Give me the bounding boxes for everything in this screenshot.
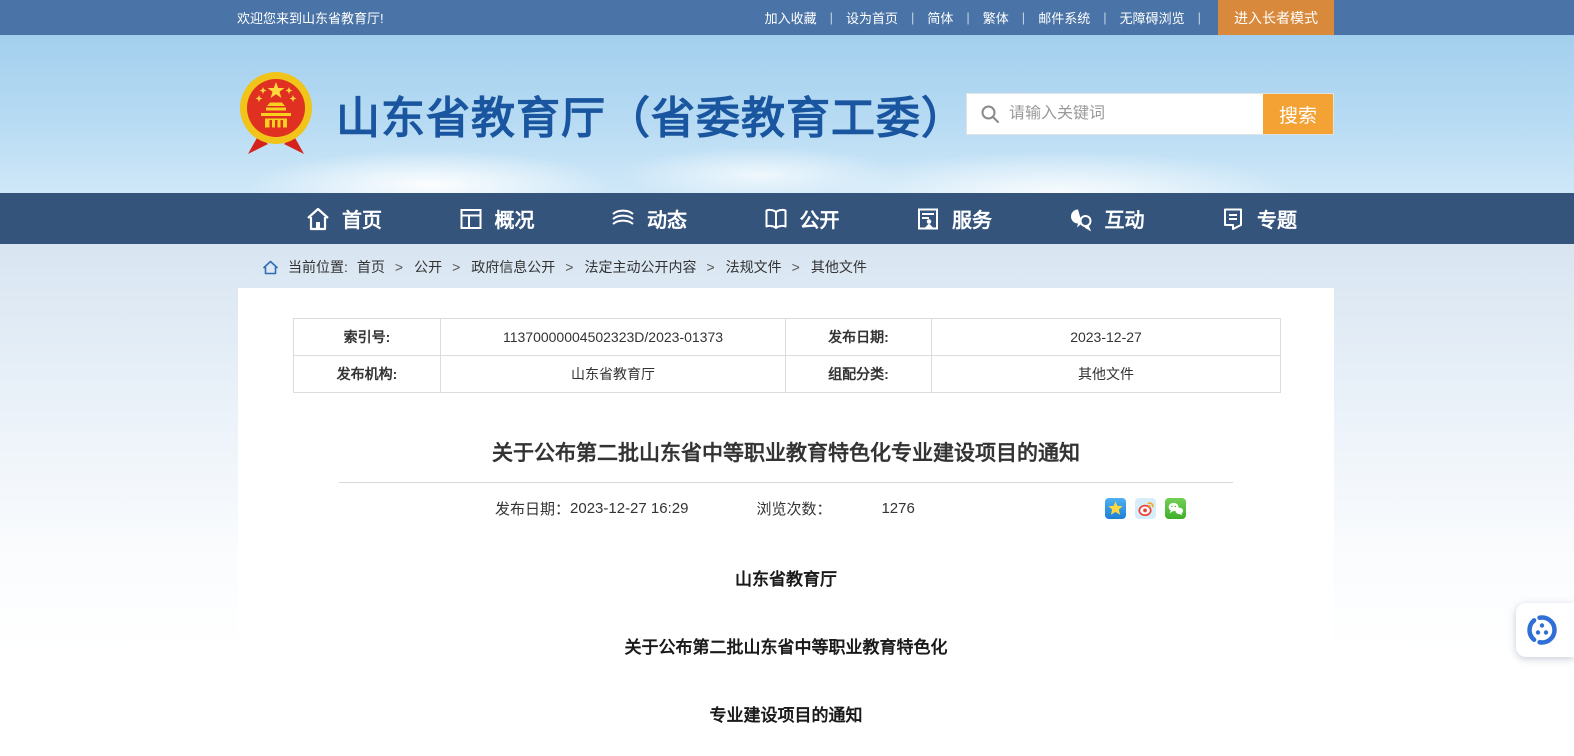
breadcrumb-item-disclosure[interactable]: 公开 (414, 257, 442, 277)
separator: | (1198, 10, 1201, 25)
nav-item-overview[interactable]: 概况 (458, 204, 535, 233)
search-input-wrap (967, 94, 1263, 134)
breadcrumb-prefix: 当前位置: (288, 257, 348, 277)
views-count: 1276 (881, 500, 914, 517)
site-title: 山东省教育厅（省委教育工委） (336, 82, 966, 146)
publish-date-meta-label: 发布日期： (495, 498, 570, 519)
breadcrumb-separator: > (452, 259, 460, 275)
article-body: 山东省教育厅 关于公布第二批山东省中等职业教育特色化 专业建设项目的通知 鲁教职… (238, 565, 1334, 756)
nav-label: 公开 (800, 204, 840, 233)
topics-doc-icon (1220, 206, 1246, 232)
page: 欢迎您来到山东省教育厅! 加入收藏 | 设为首页 | 简体 | 繁体 | 邮件系… (0, 0, 1574, 756)
separator: | (830, 10, 833, 25)
search-button[interactable]: 搜索 (1263, 94, 1333, 134)
breadcrumb-separator: > (395, 259, 403, 275)
publish-date-label: 发布日期: (786, 319, 932, 356)
main-nav: 首页 概况 动态 公开 (0, 193, 1574, 244)
nav-item-interaction[interactable]: 互动 (1068, 204, 1145, 233)
link-set-homepage[interactable]: 设为首页 (846, 8, 898, 27)
body-line: 专业建设项目的通知 (238, 701, 1334, 726)
breadcrumb-item-gov-info[interactable]: 政府信息公开 (471, 257, 555, 277)
search-input[interactable] (1009, 105, 1263, 123)
nav-label: 动态 (647, 204, 687, 233)
news-stack-icon (610, 206, 636, 232)
share-buttons (1105, 498, 1186, 519)
national-emblem-logo (238, 70, 314, 158)
issuing-agency-label: 发布机构: (294, 356, 441, 393)
doc-info-table: 索引号: 11370000004502323D/2023-01373 发布日期:… (293, 318, 1281, 393)
separator: | (1103, 10, 1106, 25)
article-card: 索引号: 11370000004502323D/2023-01373 发布日期:… (238, 288, 1334, 756)
index-number-value: 11370000004502323D/2023-01373 (441, 319, 786, 356)
nav-label: 首页 (342, 204, 382, 233)
weibo-share-icon[interactable] (1135, 498, 1156, 519)
table-row: 发布机构: 山东省教育厅 组配分类: 其他文件 (294, 356, 1281, 393)
nav-item-home[interactable]: 首页 (305, 204, 382, 233)
body-line: 关于公布第二批山东省中等职业教育特色化 (238, 633, 1334, 658)
body-line: 山东省教育厅 (238, 565, 1334, 590)
index-number-label: 索引号: (294, 319, 441, 356)
breadcrumb-item-other-docs[interactable]: 其他文件 (811, 257, 867, 277)
separator: | (911, 10, 914, 25)
link-simplified[interactable]: 简体 (927, 8, 953, 27)
main-nav-inner: 首页 概况 动态 公开 (239, 193, 1335, 244)
nav-label: 概况 (495, 204, 535, 233)
nav-label: 服务 (952, 204, 992, 233)
category-label: 组配分类: (786, 356, 932, 393)
nav-item-news[interactable]: 动态 (610, 204, 687, 233)
breadcrumb: 当前位置: 首页 > 公开 > 政府信息公开 > 法定主动公开内容 > 法规文件 > 其他… (0, 244, 1574, 288)
breadcrumb-separator: > (706, 259, 714, 275)
category-value: 其他文件 (932, 356, 1281, 393)
breadcrumb-separator: > (565, 259, 573, 275)
table-row: 索引号: 11370000004502323D/2023-01373 发布日期:… (294, 319, 1281, 356)
link-accessibility[interactable]: 无障碍浏览 (1120, 8, 1185, 27)
breadcrumb-separator: > (792, 259, 800, 275)
nav-label: 互动 (1105, 204, 1145, 233)
service-icon (915, 206, 941, 232)
nav-item-disclosure[interactable]: 公开 (763, 204, 840, 233)
breadcrumb-item-home[interactable]: 首页 (357, 257, 385, 277)
title-divider (339, 482, 1233, 483)
article-title: 关于公布第二批山东省中等职业教育特色化专业建设项目的通知 (238, 437, 1334, 467)
overview-icon (458, 206, 484, 232)
nav-label: 专题 (1257, 204, 1297, 233)
floating-side-widget[interactable] (1516, 603, 1574, 657)
search-box: 搜索 (966, 93, 1334, 135)
link-traditional[interactable]: 繁体 (983, 8, 1009, 27)
open-book-icon (763, 206, 789, 232)
welcome-text: 欢迎您来到山东省教育厅! (237, 8, 384, 27)
publish-date-value: 2023-12-27 (932, 319, 1281, 356)
link-add-favorite[interactable]: 加入收藏 (765, 8, 817, 27)
site-brand: 山东省教育厅（省委教育工委） (238, 70, 966, 158)
top-bar-links: 加入收藏 | 设为首页 | 简体 | 繁体 | 邮件系统 | 无障碍浏览 | 进… (765, 0, 1334, 35)
nav-item-topics[interactable]: 专题 (1220, 204, 1297, 233)
top-bar: 欢迎您来到山东省教育厅! 加入收藏 | 设为首页 | 简体 | 繁体 | 邮件系… (0, 0, 1574, 35)
search-icon (980, 104, 1000, 124)
breadcrumb-item-statutory[interactable]: 法定主动公开内容 (584, 257, 696, 277)
chat-bubbles-icon (1068, 206, 1094, 232)
article-meta: 发布日期： 2023-12-27 16:29 浏览次数： 1276 (495, 498, 1186, 519)
home-outline-icon (262, 260, 279, 275)
site-header: 山东省教育厅（省委教育工委） 搜索 (0, 35, 1574, 193)
qzone-share-icon[interactable] (1105, 498, 1126, 519)
views-label: 浏览次数： (756, 498, 831, 519)
link-mail-system[interactable]: 邮件系统 (1038, 8, 1090, 27)
separator: | (966, 10, 969, 25)
issuing-agency-value: 山东省教育厅 (441, 356, 786, 393)
separator: | (1022, 10, 1025, 25)
breadcrumb-item-regulations[interactable]: 法规文件 (726, 257, 782, 277)
elder-mode-button[interactable]: 进入长者模式 (1218, 0, 1334, 35)
publish-date-meta-value: 2023-12-27 16:29 (570, 500, 688, 517)
nav-item-services[interactable]: 服务 (915, 204, 992, 233)
gov-service-logo-icon (1526, 614, 1558, 646)
home-icon (305, 206, 331, 232)
content-area: 当前位置: 首页 > 公开 > 政府信息公开 > 法定主动公开内容 > 法规文件 > 其他… (0, 244, 1574, 756)
wechat-share-icon[interactable] (1165, 498, 1186, 519)
